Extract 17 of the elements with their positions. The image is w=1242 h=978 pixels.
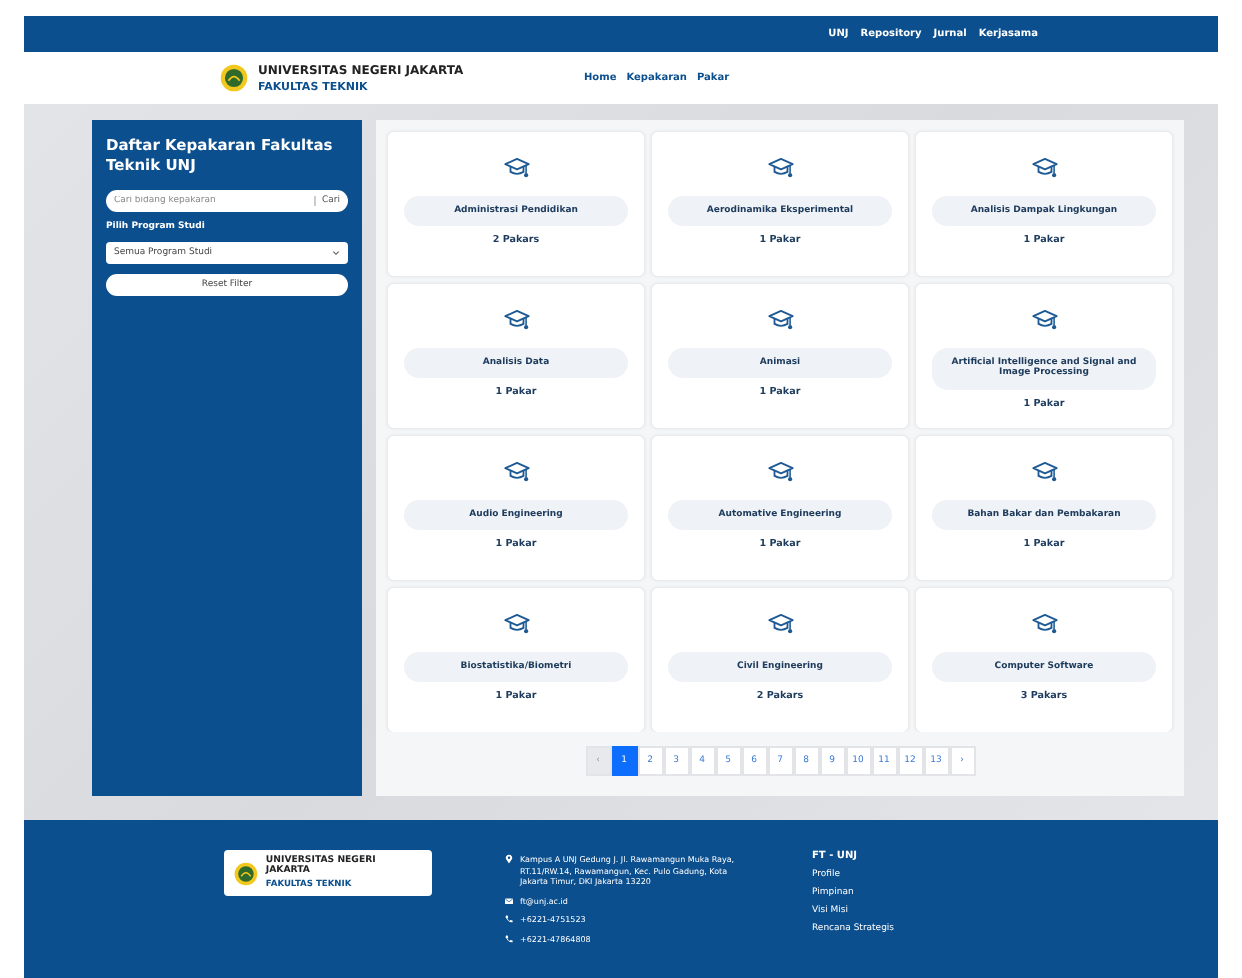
graduation-cap-icon <box>1031 308 1057 332</box>
graduation-cap-icon <box>767 460 793 484</box>
graduation-cap-icon <box>503 612 529 636</box>
envelope-icon <box>504 895 514 906</box>
graduation-cap-icon <box>503 308 529 332</box>
graduation-cap-icon <box>1031 156 1057 180</box>
university-logo-icon <box>220 64 248 92</box>
graduation-cap-icon <box>1031 460 1057 484</box>
graduation-cap-icon <box>503 156 529 180</box>
chevron-icon <box>332 249 340 255</box>
graduation-cap-icon <box>767 156 793 180</box>
university-logo-icon <box>234 861 258 885</box>
graduation-cap-icon <box>767 308 793 332</box>
graduation-cap-icon <box>767 612 793 636</box>
graduation-cap-icon <box>503 460 529 484</box>
graduation-cap-icon <box>1031 612 1057 636</box>
location-pin-icon <box>504 854 514 864</box>
